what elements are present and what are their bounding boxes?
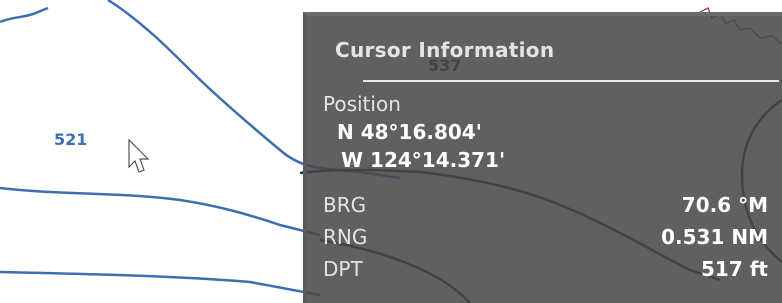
latitude-value: N 48°16.804' <box>337 120 482 144</box>
depth-value: 517 ft <box>701 257 768 281</box>
panel-divider <box>363 80 779 82</box>
cursor-information-panel: Cursor Information Position N 48°16.804'… <box>303 12 782 303</box>
arrow-cursor-icon <box>128 138 150 173</box>
depth-contour <box>0 186 321 237</box>
depth-contour <box>0 6 49 24</box>
depth-contour <box>0 270 321 297</box>
panel-title: Cursor Information <box>335 38 555 62</box>
bearing-value: 70.6 °M <box>681 193 768 217</box>
range-value: 0.531 NM <box>661 225 768 249</box>
depth-row-label: DPT <box>323 257 363 281</box>
bearing-label: BRG <box>323 193 367 217</box>
depth-label-shallow: 521 <box>54 130 88 149</box>
position-label: Position <box>323 92 401 116</box>
longitude-value: W 124°14.371' <box>341 148 506 172</box>
range-label: RNG <box>323 225 368 249</box>
